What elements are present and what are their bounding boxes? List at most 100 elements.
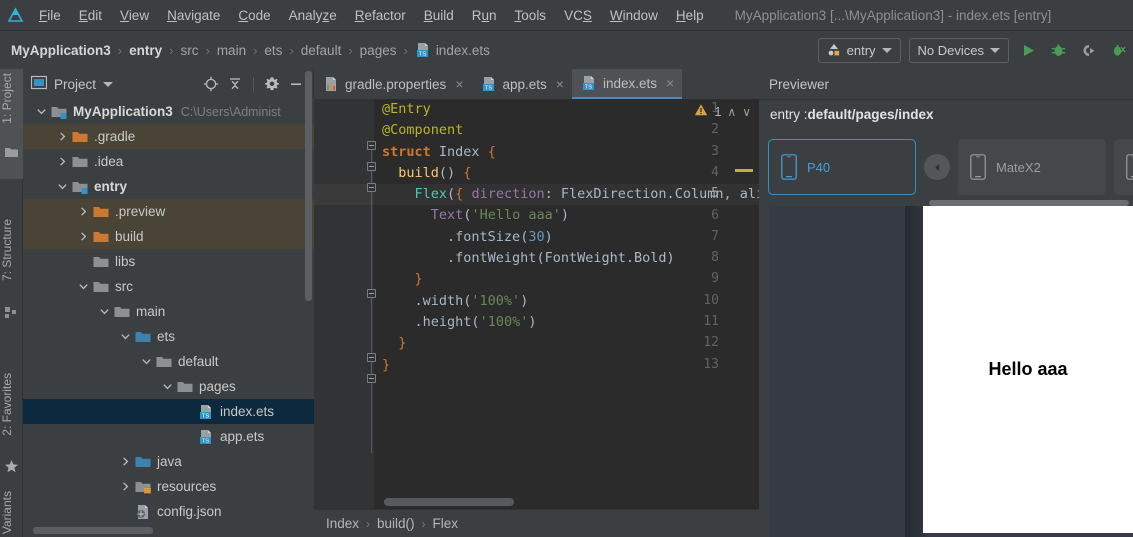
fold-marker[interactable] xyxy=(367,141,376,150)
chevron-down-icon[interactable] xyxy=(119,330,132,343)
tree-node-main[interactable]: main xyxy=(23,299,314,324)
tree-node-index-ets[interactable]: TS index.ets xyxy=(23,399,314,424)
chevron-down-icon[interactable] xyxy=(77,280,90,293)
status-breadcrumb-item-flex[interactable]: Flex xyxy=(433,516,459,531)
breadcrumb-item-ets[interactable]: ets xyxy=(262,43,284,58)
tree-node--gradle[interactable]: .gradle xyxy=(23,124,314,149)
chevron-right-icon[interactable] xyxy=(56,155,69,168)
chevron-right-icon[interactable] xyxy=(119,480,132,493)
breadcrumb-item-pages[interactable]: pages xyxy=(358,43,399,58)
tree-node-java[interactable]: java xyxy=(23,449,314,474)
editor-tab-gradle-properties[interactable]: gradle.properties × xyxy=(314,69,472,99)
device-selector[interactable]: No Devices xyxy=(908,37,1009,63)
settings-gear-icon[interactable] xyxy=(261,73,283,95)
project-tree[interactable]: MyApplication3 C:\Users\Administ .gradle .i… xyxy=(23,99,314,537)
device-card-partial[interactable] xyxy=(1114,139,1133,195)
close-icon[interactable]: × xyxy=(666,75,674,91)
inspection-widget[interactable]: 1 ∧ ∨ xyxy=(694,103,751,120)
tree-node-default[interactable]: default xyxy=(23,349,314,374)
chevron-right-icon[interactable] xyxy=(119,455,132,468)
menu-item-vcs[interactable]: VCS xyxy=(555,0,601,31)
fold-marker[interactable] xyxy=(367,353,376,362)
fold-marker[interactable] xyxy=(367,183,376,192)
breadcrumb-item-src[interactable]: src xyxy=(178,43,200,58)
menu-item-view[interactable]: View xyxy=(111,0,158,31)
chevron-down-icon[interactable] xyxy=(56,180,69,193)
breadcrumb-item-main[interactable]: main xyxy=(215,43,248,58)
breadcrumb-item-index-ets[interactable]: TS index.ets xyxy=(413,42,492,58)
menu-item-file[interactable]: File xyxy=(30,0,70,31)
device-card-matex2[interactable]: MateX2 xyxy=(958,139,1106,195)
collapse-all-icon[interactable] xyxy=(224,73,246,95)
profile-icon[interactable] xyxy=(1107,38,1129,62)
chevron-down-icon[interactable] xyxy=(103,81,114,87)
menu-item-analyze[interactable]: Analyze xyxy=(280,0,346,31)
warning-marker-stripe[interactable] xyxy=(735,169,753,172)
fold-marker[interactable] xyxy=(367,289,376,298)
fold-marker[interactable] xyxy=(367,162,376,171)
menu-item-run[interactable]: Run xyxy=(463,0,506,31)
menu-item-edit[interactable]: Edit xyxy=(70,0,111,31)
run-icon[interactable] xyxy=(1017,38,1039,62)
menu-item-code[interactable]: Code xyxy=(229,0,279,31)
code-text[interactable]: @Entry @Component struct Index { build() {… xyxy=(382,99,764,537)
chevron-right-icon[interactable] xyxy=(56,130,69,143)
debug-icon[interactable] xyxy=(1047,38,1069,62)
chevron-down-icon[interactable] xyxy=(161,380,174,393)
attach-debugger-icon[interactable] xyxy=(1077,38,1099,62)
breadcrumb-item-default[interactable]: default xyxy=(299,43,344,58)
tree-node-src[interactable]: src xyxy=(23,274,314,299)
chevron-down-icon[interactable] xyxy=(98,305,111,318)
tree-node-build[interactable]: build xyxy=(23,224,314,249)
tree-node-entry[interactable]: entry xyxy=(23,174,314,199)
previewer-device-list[interactable]: P40 MateX2 xyxy=(759,129,1133,205)
tree-node-myapplication3[interactable]: MyApplication3 C:\Users\Administ xyxy=(23,99,314,124)
sidebar-item-structure[interactable]: 7: Structure xyxy=(0,219,23,281)
tree-horizontal-scrollbar[interactable] xyxy=(33,527,153,534)
next-problem-icon[interactable]: ∨ xyxy=(742,105,751,119)
tree-node-ets[interactable]: ets xyxy=(23,324,314,349)
breadcrumb-item-entry[interactable]: entry xyxy=(127,43,164,58)
menu-item-refactor[interactable]: Refactor xyxy=(346,0,415,31)
editor-tab-index-ets[interactable]: TS index.ets × xyxy=(571,69,683,99)
chevron-down-icon[interactable] xyxy=(140,355,153,368)
menu-item-help[interactable]: Help xyxy=(667,0,713,31)
editor-status-breadcrumb[interactable]: Index › build() › Flex xyxy=(314,509,759,537)
chevron-right-icon[interactable] xyxy=(77,205,90,218)
minimize-icon[interactable] xyxy=(285,73,307,95)
prev-problem-icon[interactable]: ∧ xyxy=(727,105,736,119)
tree-vertical-scrollbar[interactable] xyxy=(305,71,312,301)
menu-item-window[interactable]: Window xyxy=(601,0,667,31)
status-breadcrumb-item-build--[interactable]: build() xyxy=(377,516,415,531)
chevron-down-icon[interactable] xyxy=(35,105,48,118)
chevron-left-circle-icon[interactable] xyxy=(924,154,950,180)
sidebar-item-favorites[interactable]: 2: Favorites xyxy=(0,373,23,436)
tree-node-resources[interactable]: resources xyxy=(23,474,314,499)
editor-gutter[interactable] xyxy=(314,99,374,537)
tree-node-libs[interactable]: libs xyxy=(23,249,314,274)
close-icon[interactable]: × xyxy=(556,76,564,92)
tree-node--idea[interactable]: .idea xyxy=(23,149,314,174)
code-editor[interactable]: 1 2 3 4 5 6 7 8 9 10 11 12 13 @Entry @Component struct… xyxy=(314,99,764,537)
chevron-right-icon[interactable] xyxy=(77,230,90,243)
tree-node-app-ets[interactable]: TS app.ets xyxy=(23,424,314,449)
tree-node--preview[interactable]: .preview xyxy=(23,199,314,224)
fold-marker[interactable] xyxy=(367,374,376,383)
locate-target-icon[interactable] xyxy=(200,73,222,95)
previewer-title: Previewer xyxy=(769,76,830,92)
device-card-p40[interactable]: P40 xyxy=(768,139,916,195)
sidebar-item-build-variants[interactable]: ld Variants xyxy=(0,491,23,537)
menu-item-navigate[interactable]: Navigate xyxy=(158,0,229,31)
breadcrumb-item-myapplication3[interactable]: MyApplication3 xyxy=(9,43,113,58)
close-icon[interactable]: × xyxy=(455,76,463,92)
status-breadcrumb-item-index[interactable]: Index xyxy=(326,516,359,531)
menu-item-build[interactable]: Build xyxy=(415,0,463,31)
sidebar-item-project[interactable]: 1: Project xyxy=(0,73,23,124)
editor-horizontal-scrollbar[interactable] xyxy=(384,498,514,506)
run-configuration-selector[interactable]: entry xyxy=(817,37,901,63)
code-folding-column[interactable] xyxy=(366,99,378,537)
tree-node-pages[interactable]: pages xyxy=(23,374,314,399)
menu-item-tools[interactable]: Tools xyxy=(506,0,556,31)
editor-tab-app-ets[interactable]: TS app.ets × xyxy=(472,69,572,99)
tree-node-config-json[interactable]: config.json xyxy=(23,499,314,524)
